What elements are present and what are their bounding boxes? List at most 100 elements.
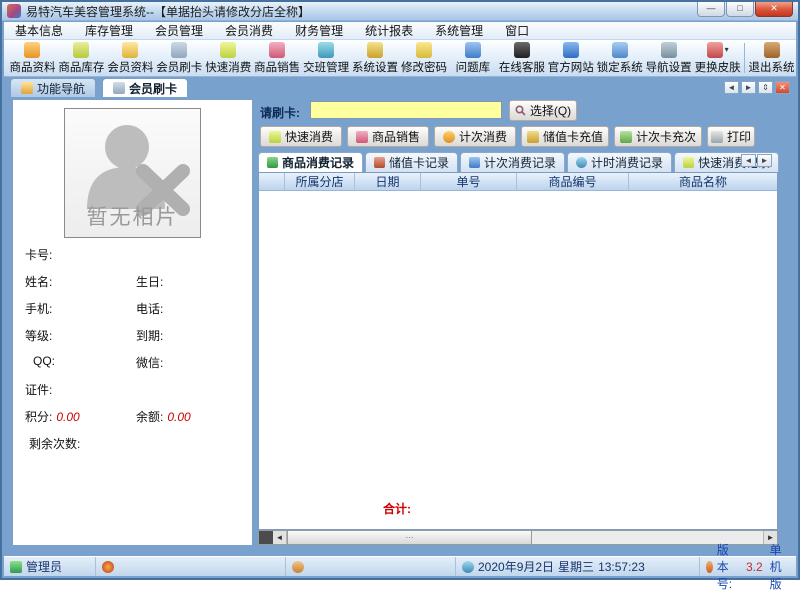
recharge-icon (527, 131, 539, 143)
member-panel: 暂无相片 卡号: 姓名: 生日: 手机: 电话: 等级: 到期: QQ: 微信:… (12, 99, 253, 546)
toolbar-goods-info[interactable]: 商品资料 (8, 40, 57, 76)
qq-service-icon (514, 42, 530, 58)
close-button[interactable]: ✕ (755, 2, 793, 17)
status-version-panel: 版本号: 3.2 单机版 (700, 557, 796, 576)
toolbar-lock-system[interactable]: 锁定系统 (595, 40, 644, 76)
goods-stock-icon (73, 42, 89, 58)
calendar-clock-icon (462, 561, 474, 573)
toolbar-member-info[interactable]: 会员资料 (106, 40, 155, 76)
status-weekday: 星期三 (558, 558, 594, 575)
record-tab-count-sale[interactable]: 计次消费记录 (460, 152, 565, 172)
table-header-row: 所属分店 日期 单号 商品编号 商品名称 (259, 173, 777, 191)
toolbar-separator (744, 43, 745, 73)
toolbar-faq[interactable]: 问题库 (448, 40, 497, 76)
goods-sale-icon (269, 42, 285, 58)
wallet-icon (374, 157, 385, 168)
toolbar-shift-mgmt[interactable]: 交班管理 (302, 40, 351, 76)
status-user: 管理员 (26, 558, 62, 575)
minimize-button[interactable]: — (697, 2, 725, 17)
count-recharge-icon (620, 131, 632, 143)
table-header-goods-name[interactable]: 商品名称 (629, 173, 777, 190)
version-number: 3.2 (746, 560, 763, 574)
clock-icon (576, 157, 587, 168)
status-datetime-panel: 2020年9月2日 星期三 13:57:23 (456, 557, 700, 576)
record-tab-time-sale[interactable]: 计时消费记录 (567, 152, 672, 172)
menu-member-mgmt[interactable]: 会员管理 (144, 22, 214, 40)
field-birthday: 生日: (136, 273, 163, 289)
field-wechat: 微信: (136, 354, 163, 370)
tab-function-nav[interactable]: 功能导航 (10, 78, 96, 97)
status-assistant-panel (286, 557, 456, 576)
goods-sale-button[interactable]: 商品销售 (347, 126, 429, 147)
menu-report[interactable]: 统计报表 (354, 22, 424, 40)
tab-more-icon[interactable]: ⇕ (758, 81, 773, 94)
lock-icon (612, 42, 628, 58)
status-vip-panel (96, 557, 286, 576)
counter-icon (469, 157, 480, 168)
menu-window[interactable]: 窗口 (494, 22, 540, 40)
scrollbar-corner (259, 531, 273, 544)
tab-scroll-right-icon[interactable]: ► (741, 81, 756, 94)
table-header-goods-code[interactable]: 商品编号 (517, 173, 629, 190)
function-nav-icon (21, 82, 33, 94)
field-expire: 到期: (136, 327, 163, 343)
menu-basic-info[interactable]: 基本信息 (4, 22, 74, 40)
scroll-left-arrow-icon[interactable]: ◄ (273, 531, 287, 544)
goods-info-icon (24, 42, 40, 58)
table-header-row-indicator[interactable] (259, 173, 285, 190)
menu-member-sale[interactable]: 会员消费 (214, 22, 284, 40)
user-icon (10, 561, 22, 573)
app-window: 易特汽车美容管理系统--【单据抬头请修改分店全称】 — □ ✕ 基本信息 库存管… (0, 0, 800, 580)
menu-system-mgmt[interactable]: 系统管理 (424, 22, 494, 40)
toolbar-settings[interactable]: 系统设置 (351, 40, 400, 76)
table-header-date[interactable]: 日期 (355, 173, 421, 190)
toolbar-website[interactable]: 官方网站 (546, 40, 595, 76)
record-scroll-left-icon[interactable]: ◄ (741, 154, 756, 167)
app-icon (7, 4, 21, 18)
toolbar-online-service[interactable]: 在线客服 (497, 40, 546, 76)
scrollbar-thumb[interactable]: ⋯ (287, 531, 532, 544)
recharge-button[interactable]: 储值卡充值 (521, 126, 609, 147)
record-tab-bar: 商品消费记录 储值卡记录 计次消费记录 计时消费记录 快速消费记录 (258, 152, 779, 172)
table-header-branch[interactable]: 所属分店 (285, 173, 355, 190)
balance-value: 0.00 (167, 410, 190, 424)
toolbar-member-card[interactable]: 会员刷卡 (155, 40, 204, 76)
field-phone: 电话: (136, 300, 163, 316)
field-qq: QQ: (33, 354, 55, 370)
menu-finance-mgmt[interactable]: 财务管理 (284, 22, 354, 40)
count-recharge-button[interactable]: 计次卡充次 (614, 126, 702, 147)
member-card-icon (171, 42, 187, 58)
record-tab-goods-sale[interactable]: 商品消费记录 (258, 152, 363, 172)
maximize-button[interactable]: □ (726, 2, 754, 17)
toolbar-password[interactable]: 修改密码 (400, 40, 449, 76)
settings-icon (367, 42, 383, 58)
field-remaining: 剩余次数: (29, 435, 80, 451)
toolbar-exit-system[interactable]: 退出系统 (747, 40, 796, 76)
swipe-card-input[interactable] (310, 101, 502, 119)
count-sale-icon (443, 131, 455, 143)
shift-icon (318, 42, 334, 58)
menu-stock-mgmt[interactable]: 库存管理 (74, 22, 144, 40)
skin-dropdown-arrow: ▾ (725, 45, 729, 54)
toolbar-goods-sale[interactable]: 商品销售 (253, 40, 302, 76)
record-tab-stored-card[interactable]: 储值卡记录 (365, 152, 458, 172)
count-sale-button[interactable]: 计次消费 (434, 126, 516, 147)
website-icon (563, 42, 579, 58)
nav-settings-icon (661, 42, 677, 58)
quick-sale-button[interactable]: 快速消费 (260, 126, 342, 147)
toolbar-quick-sale[interactable]: 快速消费 (204, 40, 253, 76)
toolbar-change-skin[interactable]: ▾ 更换皮肤 (693, 40, 742, 76)
select-member-button[interactable]: 选择(Q) (509, 100, 577, 121)
tab-scroll-left-icon[interactable]: ◄ (724, 81, 739, 94)
records-table: 所属分店 日期 单号 商品编号 商品名称 合计: (258, 172, 778, 530)
record-scroll-right-icon[interactable]: ► (757, 154, 772, 167)
vip-icon (102, 561, 114, 573)
print-button[interactable]: 打印 (707, 126, 755, 147)
tab-member-card[interactable]: 会员刷卡 (102, 78, 188, 97)
toolbar-goods-stock[interactable]: 商品库存 (57, 40, 106, 76)
table-header-order-no[interactable]: 单号 (421, 173, 517, 190)
tab-close-icon[interactable]: ✕ (775, 81, 790, 94)
member-photo-placeholder: 暂无相片 (64, 108, 201, 238)
field-id-doc: 证件: (25, 381, 52, 397)
toolbar-nav-settings[interactable]: 导航设置 (644, 40, 693, 76)
